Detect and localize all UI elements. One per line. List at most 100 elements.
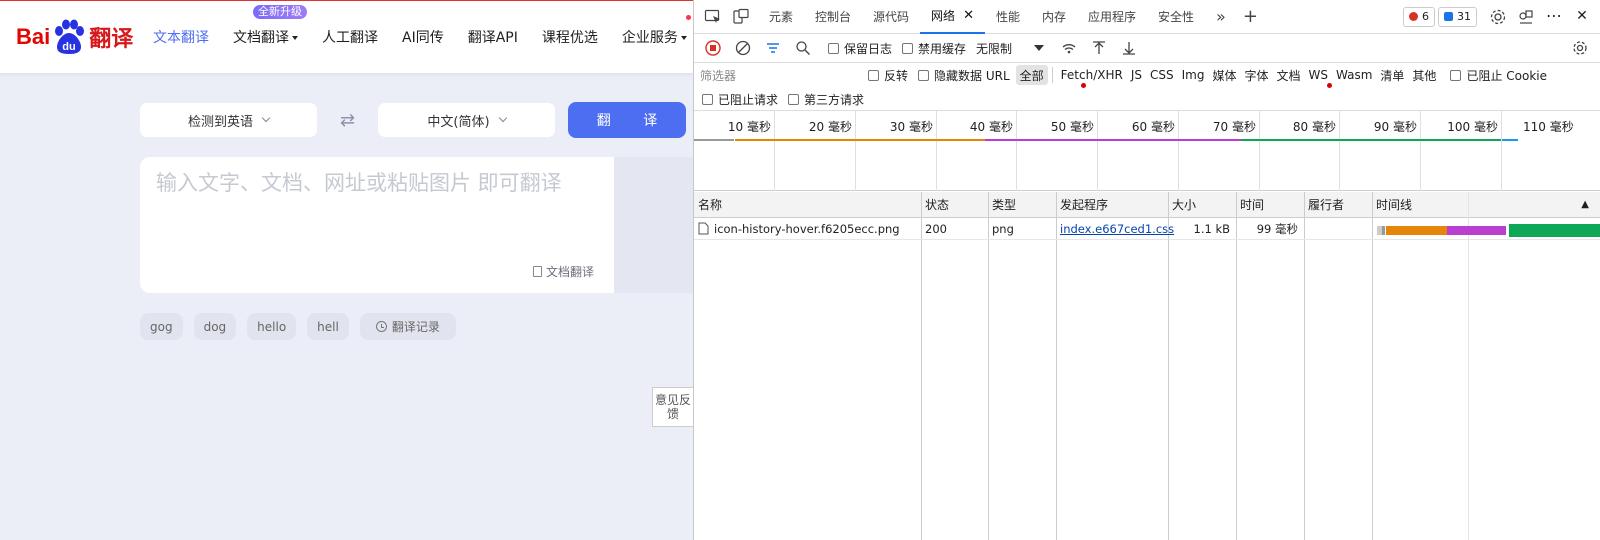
overview-tick-label: 50 毫秒 bbox=[1050, 120, 1094, 134]
filter-row-1: 筛选器 反转 隐藏数据 URL 全部 Fetch/XHR JS CSS Img … bbox=[694, 63, 1547, 88]
column-header-waterfall[interactable]: 时间线 ▲ bbox=[1372, 192, 1600, 218]
filter-type-font[interactable]: 字体 bbox=[1240, 65, 1272, 85]
translation-output-area bbox=[614, 157, 693, 293]
translate-button[interactable]: 翻 译 bbox=[568, 102, 686, 138]
import-har-icon[interactable] bbox=[1084, 34, 1114, 63]
doc-translate-link[interactable]: 文档翻译 bbox=[532, 263, 594, 280]
document-icon bbox=[532, 266, 542, 277]
swap-languages-icon[interactable]: ⇄ bbox=[317, 110, 378, 131]
filter-input[interactable]: 筛选器 bbox=[700, 66, 858, 85]
customize-icon[interactable] bbox=[1517, 8, 1535, 26]
column-header-fulfilled-by[interactable]: 履行者 bbox=[1304, 192, 1372, 218]
settings-gear-icon[interactable] bbox=[1489, 8, 1507, 26]
error-count-badge[interactable]: 6 bbox=[1403, 6, 1435, 27]
more-options-icon[interactable]: ⋯ bbox=[1545, 7, 1563, 26]
blocked-cookies-checkbox[interactable]: 已阻止 Cookie bbox=[1450, 67, 1547, 84]
filter-type-all[interactable]: 全部 bbox=[1015, 65, 1048, 85]
history-chip[interactable]: hello bbox=[247, 313, 297, 340]
baidu-translate-logo[interactable]: Bai du 翻译 bbox=[16, 19, 133, 55]
column-header-initiator[interactable]: 发起程序 bbox=[1056, 192, 1168, 218]
nav-item-human-translate[interactable]: 人工翻译 bbox=[322, 27, 378, 47]
hide-data-urls-checkbox[interactable]: 隐藏数据 URL bbox=[918, 67, 1010, 84]
column-header-time[interactable]: 时间 bbox=[1236, 192, 1304, 218]
checkbox-box bbox=[902, 42, 914, 54]
clock-icon bbox=[375, 321, 387, 332]
network-overview-timeline[interactable]: 10 毫秒 20 毫秒 30 毫秒 40 毫秒 50 毫秒 60 毫秒 70 毫… bbox=[694, 111, 1600, 191]
network-settings-gear-icon[interactable] bbox=[1565, 34, 1595, 63]
blocked-requests-checkbox[interactable]: 已阻止请求 bbox=[702, 91, 778, 108]
device-emulation-icon[interactable] bbox=[732, 8, 750, 26]
main-nav: 文本翻译 全新升级 文档翻译 人工翻译 AI同传 翻译API 课程优选 企业服务 bbox=[153, 1, 693, 73]
filter-type-media[interactable]: 媒体 bbox=[1208, 65, 1240, 85]
column-header-status[interactable]: 状态 bbox=[921, 192, 988, 218]
tab-console[interactable]: 控制台 bbox=[804, 0, 862, 34]
message-count: 31 bbox=[1457, 10, 1471, 23]
initiator-link[interactable]: index.e667ced1.css bbox=[1060, 222, 1174, 236]
overview-tick-label: 10 毫秒 bbox=[727, 120, 771, 134]
language-bar: 检测到英语 ⇄ 中文(简体) 翻 译 bbox=[140, 102, 686, 138]
search-icon[interactable] bbox=[788, 34, 818, 63]
filter-type-other[interactable]: 其他 bbox=[1408, 65, 1440, 85]
filter-type-doc[interactable]: 文档 bbox=[1273, 65, 1305, 85]
row-initiator-cell[interactable]: index.e667ced1.css bbox=[1056, 218, 1174, 240]
target-language-select[interactable]: 中文(简体) bbox=[378, 103, 555, 137]
close-tab-icon[interactable]: ✕ bbox=[963, 8, 974, 23]
translation-history-button[interactable]: 翻译记录 bbox=[359, 313, 456, 340]
history-chip[interactable]: gog bbox=[140, 313, 183, 340]
filter-type-fetch-xhr[interactable]: Fetch/XHR bbox=[1057, 65, 1127, 88]
sort-ascending-icon: ▲ bbox=[1581, 199, 1589, 210]
nav-item-translate-api[interactable]: 翻译API bbox=[468, 27, 518, 47]
nav-item-text-translate[interactable]: 文本翻译 bbox=[153, 27, 209, 47]
nav-item-doc-translate[interactable]: 全新升级 文档翻译 bbox=[233, 5, 307, 47]
overview-bar-content bbox=[1241, 139, 1501, 141]
filter-type-css[interactable]: CSS bbox=[1146, 65, 1178, 85]
clear-icon[interactable] bbox=[728, 34, 758, 63]
filter-type-img[interactable]: Img bbox=[1178, 65, 1209, 85]
message-count-badge[interactable]: 31 bbox=[1438, 6, 1477, 27]
third-party-checkbox[interactable]: 第三方请求 bbox=[788, 91, 864, 108]
nav-item-courses[interactable]: 课程优选 bbox=[542, 27, 598, 47]
doc-translate-label: 文档翻译 bbox=[545, 265, 594, 279]
nav-item-enterprise[interactable]: 企业服务 bbox=[622, 15, 691, 47]
column-divider bbox=[921, 192, 922, 540]
tab-network[interactable]: 网络 ✕ bbox=[920, 0, 985, 34]
tab-sources[interactable]: 源代码 bbox=[862, 0, 920, 34]
preserve-log-checkbox[interactable]: 保留日志 bbox=[828, 40, 892, 57]
filter-type-manifest[interactable]: 清单 bbox=[1376, 65, 1408, 85]
dropdown-caret-icon bbox=[680, 36, 687, 40]
filter-type-js[interactable]: JS bbox=[1127, 65, 1146, 85]
feedback-button[interactable]: 意见反馈 bbox=[652, 387, 693, 427]
history-chip[interactable]: dog bbox=[193, 313, 237, 340]
close-devtools-icon[interactable]: ✕ bbox=[1573, 8, 1591, 26]
tab-memory[interactable]: 内存 bbox=[1031, 0, 1077, 34]
add-tab-icon[interactable]: + bbox=[1237, 0, 1264, 34]
filter-icon[interactable] bbox=[758, 34, 788, 63]
row-status-cell: 200 bbox=[921, 218, 988, 240]
history-chip[interactable]: hell bbox=[307, 313, 349, 340]
tab-label: 元素 bbox=[769, 10, 794, 24]
tab-label: 网络 bbox=[931, 9, 956, 23]
filter-type-ws[interactable]: WS bbox=[1305, 65, 1332, 88]
export-har-icon[interactable] bbox=[1114, 34, 1144, 63]
column-header-size[interactable]: 大小 bbox=[1168, 192, 1236, 218]
network-conditions-icon[interactable] bbox=[1054, 34, 1084, 63]
tab-security[interactable]: 安全性 bbox=[1147, 0, 1205, 34]
inspect-element-icon[interactable] bbox=[704, 8, 722, 26]
disable-cache-checkbox[interactable]: 禁用缓存 bbox=[902, 40, 966, 57]
column-header-name[interactable]: 名称 bbox=[694, 192, 921, 218]
more-tabs-icon[interactable]: » bbox=[1205, 0, 1237, 34]
filter-type-wasm[interactable]: Wasm bbox=[1332, 65, 1376, 85]
tab-performance[interactable]: 性能 bbox=[985, 0, 1031, 34]
column-header-type[interactable]: 类型 bbox=[988, 192, 1056, 218]
source-language-select[interactable]: 检测到英语 bbox=[140, 103, 317, 137]
tab-elements[interactable]: 元素 bbox=[758, 0, 804, 34]
row-name-cell[interactable]: icon-history-hover.f6205ecc.png bbox=[694, 218, 921, 240]
record-stop-icon[interactable] bbox=[698, 34, 728, 63]
baidu-paw-icon: du bbox=[51, 19, 87, 55]
throttling-label: 无限制 bbox=[976, 41, 1013, 56]
source-text-input[interactable]: 输入文字、文档、网址或粘贴图片 即可翻译 文档翻译 bbox=[140, 157, 614, 293]
invert-checkbox[interactable]: 反转 bbox=[868, 67, 908, 84]
tab-application[interactable]: 应用程序 bbox=[1077, 0, 1147, 34]
nav-item-ai-interpret[interactable]: AI同传 bbox=[402, 27, 444, 47]
throttling-select[interactable]: 无限制 bbox=[976, 38, 1045, 58]
